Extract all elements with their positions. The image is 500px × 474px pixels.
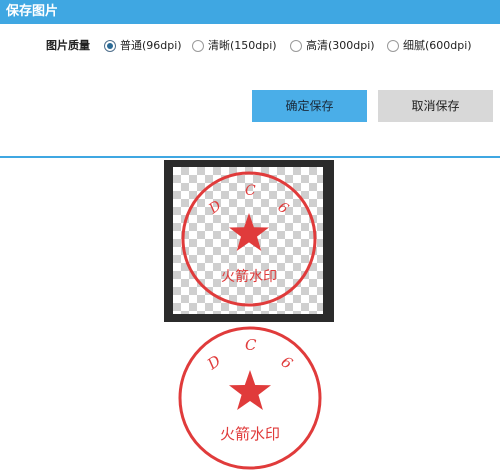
quality-option-fine[interactable]: 细腻(600dpi) <box>387 38 472 54</box>
transparent-canvas: D C 6 火箭水印 <box>173 167 323 314</box>
quality-option-clear[interactable]: 清晰(150dpi) <box>192 38 277 54</box>
stamp-letter: D <box>205 198 224 218</box>
stamp-letter: C <box>245 183 256 199</box>
stamp-letter: D <box>203 352 224 374</box>
stamp-letter: C <box>245 336 257 354</box>
title-bar: 保存图片 <box>0 0 500 24</box>
stamp-result-image: D C 6 火箭水印 <box>178 326 322 470</box>
star-icon <box>229 213 269 251</box>
radio-button-normal[interactable] <box>104 40 116 52</box>
quality-option-label: 清晰(150dpi) <box>208 39 277 52</box>
stamp-letter: 6 <box>278 353 297 373</box>
radio-button-hd[interactable] <box>290 40 302 52</box>
stamp-preview-frame: D C 6 火箭水印 <box>164 160 334 322</box>
radio-button-clear[interactable] <box>192 40 204 52</box>
stamp-letter: 6 <box>275 199 292 217</box>
quality-option-label: 细腻(600dpi) <box>403 39 472 52</box>
stamp-caption: 火箭水印 <box>221 268 277 285</box>
cancel-save-button[interactable]: 取消保存 <box>378 90 493 122</box>
quality-option-hd[interactable]: 高清(300dpi) <box>290 38 375 54</box>
confirm-save-button[interactable]: 确定保存 <box>252 90 367 122</box>
stamp-caption: 火箭水印 <box>220 425 280 443</box>
quality-option-normal[interactable]: 普通(96dpi) <box>104 38 182 54</box>
stamp-preview-image: D C 6 火箭水印 <box>181 171 317 307</box>
quality-label: 图片质量 <box>46 39 90 52</box>
quality-option-label: 高清(300dpi) <box>306 39 375 52</box>
dialog-border <box>0 156 500 158</box>
radio-button-fine[interactable] <box>387 40 399 52</box>
quality-option-label: 普通(96dpi) <box>120 39 182 52</box>
dialog-title: 保存图片 <box>6 4 59 19</box>
star-icon <box>229 370 271 410</box>
